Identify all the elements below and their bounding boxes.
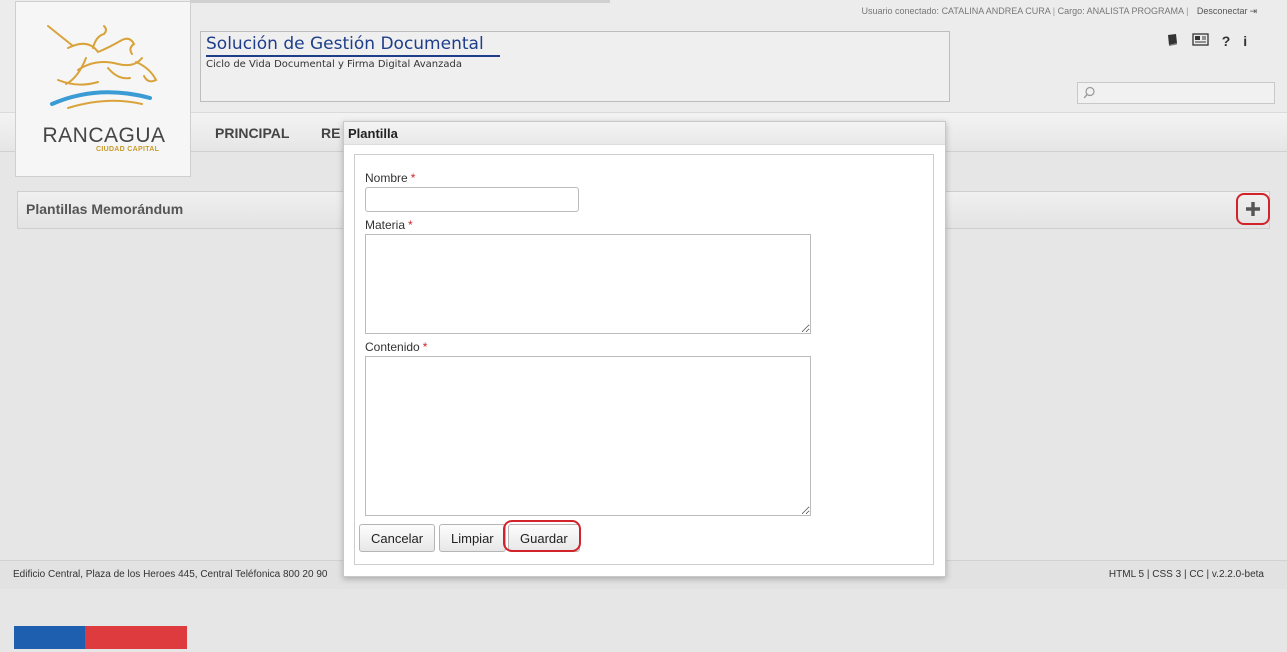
role-label: Cargo: bbox=[1057, 6, 1085, 16]
footer-address: Edificio Central, Plaza de los Heroes 44… bbox=[13, 569, 328, 580]
add-template-button[interactable] bbox=[1236, 193, 1270, 225]
help-icon[interactable]: ? bbox=[1222, 33, 1231, 49]
book-icon[interactable] bbox=[1166, 33, 1179, 49]
template-dialog: Plantilla Nombre * Materia * Contenido * Ca… bbox=[343, 121, 946, 577]
search-input[interactable] bbox=[1077, 82, 1275, 104]
info-icon[interactable]: i bbox=[1243, 33, 1247, 49]
footer-tech: HTML 5 | CSS 3 | CC | v.2.2.0-beta bbox=[1108, 569, 1264, 580]
cancel-button[interactable]: Cancelar bbox=[359, 524, 436, 552]
contenido-textarea[interactable] bbox=[365, 356, 811, 516]
materia-label: Materia * bbox=[365, 218, 413, 232]
user-name: CATALINA ANDREA CURA bbox=[941, 6, 1051, 16]
save-button-highlight bbox=[503, 520, 581, 552]
app-title-box: Solución de Gestión Documental Ciclo de … bbox=[200, 31, 950, 102]
horseman-logo-icon bbox=[47, 25, 158, 109]
logout-link[interactable]: Desconectar ⇥ bbox=[1197, 6, 1257, 16]
panel-title: Plantillas Memorándum bbox=[26, 201, 184, 217]
required-marker: * bbox=[410, 171, 416, 185]
user-label: Usuario conectado: bbox=[861, 6, 940, 16]
logout-label: Desconectar bbox=[1196, 6, 1248, 16]
nav-item-principal[interactable]: PRINCIPAL bbox=[215, 125, 289, 141]
contenido-label: Contenido * bbox=[365, 340, 428, 354]
dialog-header[interactable]: Plantilla bbox=[344, 122, 945, 145]
nombre-label: Nombre * bbox=[365, 171, 416, 185]
logo[interactable]: RANCAGUA CIUDAD CAPITAL bbox=[15, 1, 191, 177]
exit-icon: ⇥ bbox=[1249, 6, 1257, 16]
newspaper-icon[interactable] bbox=[1192, 33, 1209, 49]
nombre-input[interactable] bbox=[365, 187, 579, 212]
nav-item-second[interactable]: RE bbox=[321, 125, 340, 141]
logo-subtitle: CIUDAD CAPITAL bbox=[96, 146, 160, 153]
clear-button[interactable]: Limpiar bbox=[439, 524, 506, 552]
app-subtitle: Ciclo de Vida Documental y Firma Digital… bbox=[206, 59, 462, 70]
required-marker: * bbox=[422, 340, 428, 354]
logo-name: RANCAGUA bbox=[42, 124, 166, 147]
flag-stripe-blue bbox=[14, 626, 85, 649]
header-tools: ? i bbox=[1166, 33, 1256, 49]
top-bar-highlight bbox=[190, 0, 610, 3]
dialog-body: Nombre * Materia * Contenido * Cancelar Lim… bbox=[354, 154, 934, 565]
app-title: Solución de Gestión Documental bbox=[206, 34, 500, 57]
search-icon bbox=[1083, 86, 1095, 99]
flag-stripe-red bbox=[85, 626, 187, 649]
required-marker: * bbox=[408, 218, 413, 232]
dialog-title: Plantilla bbox=[348, 126, 398, 141]
user-info: Usuario conectado: CATALINA ANDREA CURA … bbox=[861, 6, 1258, 16]
materia-textarea[interactable] bbox=[365, 234, 811, 334]
plus-icon bbox=[1246, 202, 1260, 216]
role-name: ANALISTA PROGRAMA bbox=[1086, 6, 1184, 16]
